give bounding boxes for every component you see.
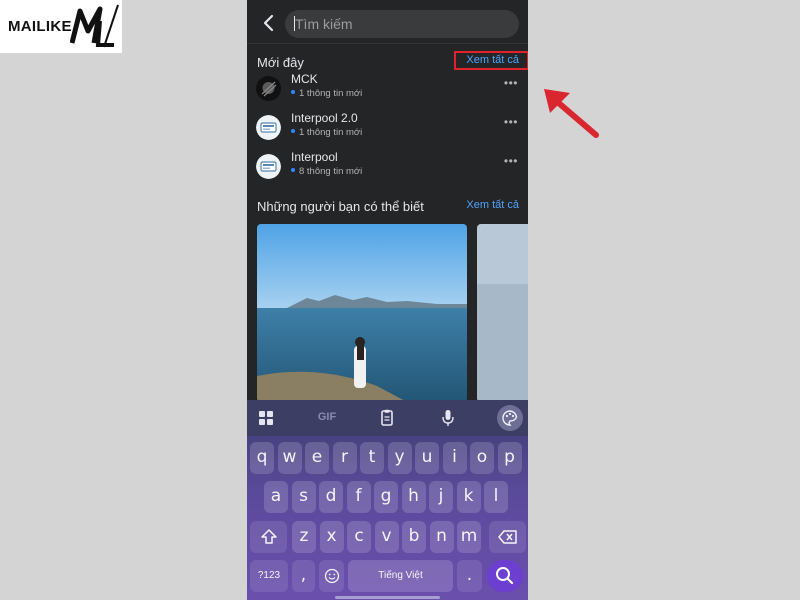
list-item[interactable]: Interpool 8 thông tin mới ••• [247, 148, 528, 186]
space-key[interactable]: Tiếng Việt [348, 560, 453, 592]
key-i[interactable]: i [442, 442, 467, 474]
row-sub: 8 thông tin mới [291, 166, 362, 177]
highlight-box [454, 51, 528, 70]
key-h[interactable]: h [401, 481, 426, 513]
avatar [256, 154, 281, 179]
more-options-icon[interactable]: ••• [504, 115, 518, 129]
row-sub: 1 thông tin mới [291, 88, 362, 99]
search-key[interactable] [487, 560, 523, 592]
friend-suggestion-photo[interactable] [477, 224, 528, 402]
key-k[interactable]: k [456, 481, 481, 513]
key-g[interactable]: g [374, 481, 398, 513]
unread-dot-icon [291, 90, 295, 95]
shift-key[interactable] [250, 521, 287, 553]
key-a[interactable]: a [264, 481, 288, 513]
avatar [256, 115, 281, 140]
key-e[interactable]: e [305, 442, 329, 474]
numbers-key[interactable]: ?123 [250, 560, 288, 592]
key-u[interactable]: u [415, 442, 439, 474]
key-z[interactable]: z [292, 521, 316, 553]
row-sub: 1 thông tin mới [291, 127, 362, 138]
key-c[interactable]: c [347, 521, 371, 553]
palette-icon[interactable] [497, 405, 523, 431]
key-l[interactable]: l [484, 481, 508, 513]
list-item[interactable]: Interpool 2.0 1 thông tin mới ••• [247, 109, 528, 147]
row-name: MCK [291, 72, 318, 86]
key-j[interactable]: j [429, 481, 453, 513]
key-o[interactable]: o [470, 442, 494, 474]
text-cursor [294, 16, 295, 31]
backspace-key[interactable] [489, 521, 526, 553]
list-item[interactable]: MCK 1 thông tin mới ••• [247, 70, 528, 108]
key-n[interactable]: n [429, 521, 454, 553]
friends-see-all-link[interactable]: Xem tất cả [466, 199, 519, 211]
key-p[interactable]: p [497, 442, 522, 474]
row-name: Interpool [291, 150, 338, 164]
mailike-logo: MAILIKE [0, 0, 122, 53]
gif-button[interactable]: GIF [315, 411, 339, 429]
period-key[interactable]: . [457, 560, 482, 592]
home-indicator [335, 596, 440, 599]
back-arrow-icon[interactable] [259, 12, 279, 34]
key-x[interactable]: x [319, 521, 344, 553]
key-f[interactable]: f [346, 481, 371, 513]
emoji-key[interactable] [319, 560, 344, 592]
unread-dot-icon [291, 168, 295, 173]
ml-logo-mark [70, 4, 119, 48]
recent-section-title: Mới đây [257, 55, 304, 70]
phone-screen: Mới đây Xem tất cả MCK 1 thông tin mới •… [247, 0, 528, 600]
keyboard-toolbar: GIF [247, 400, 528, 436]
microphone-icon[interactable] [438, 409, 458, 427]
key-b[interactable]: b [402, 521, 426, 553]
avatar [256, 76, 281, 101]
comma-key[interactable]: , [292, 560, 315, 592]
red-arrow-icon [544, 89, 599, 138]
key-t[interactable]: t [360, 442, 384, 474]
friend-suggestion-photo[interactable] [257, 224, 467, 402]
key-v[interactable]: v [374, 521, 399, 553]
key-q[interactable]: q [250, 442, 274, 474]
apps-grid-icon[interactable] [256, 409, 276, 427]
key-w[interactable]: w [277, 442, 302, 474]
key-s[interactable]: s [291, 481, 316, 513]
unread-dot-icon [291, 129, 295, 134]
clipboard-icon[interactable] [377, 409, 397, 427]
more-options-icon[interactable]: ••• [504, 76, 518, 90]
key-y[interactable]: y [387, 442, 412, 474]
more-options-icon[interactable]: ••• [504, 154, 518, 168]
search-input[interactable] [285, 10, 519, 38]
row-name: Interpool 2.0 [291, 111, 358, 125]
friends-section-title: Những người bạn có thể biết [257, 199, 424, 214]
logo-text: MAILIKE [8, 18, 72, 35]
on-screen-keyboard: GIF qwertyuiop asdfghjkl zxcvbnm ?123 , … [247, 400, 528, 600]
key-r[interactable]: r [332, 442, 357, 474]
search-header [247, 0, 528, 44]
key-m[interactable]: m [457, 521, 481, 553]
key-d[interactable]: d [319, 481, 343, 513]
